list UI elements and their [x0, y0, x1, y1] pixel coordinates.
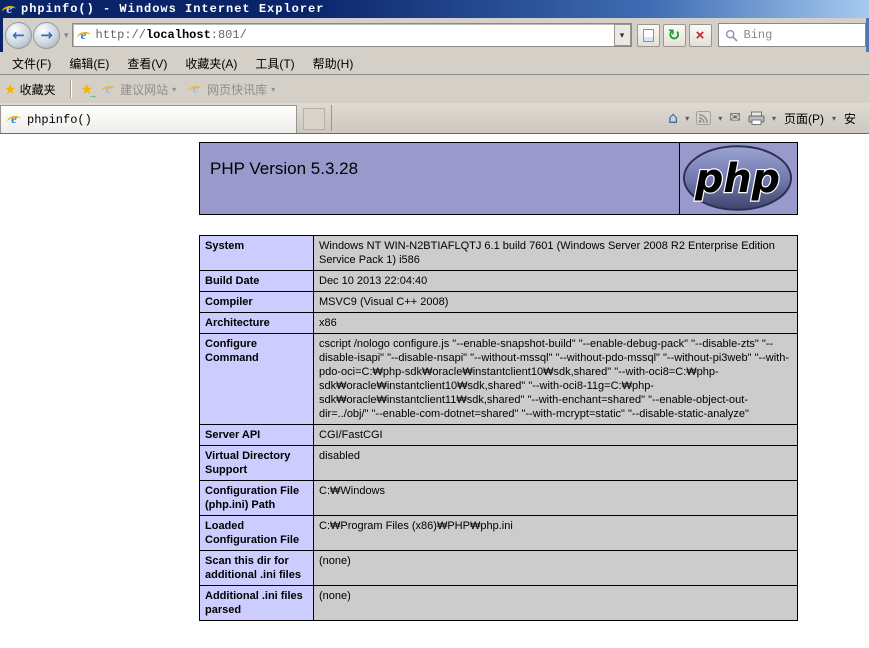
search-placeholder: Bing [744, 28, 773, 42]
add-to-favorites-bar-icon[interactable]: ★ [81, 81, 94, 98]
menu-edit[interactable]: 编辑(E) [63, 53, 121, 74]
address-dropdown-icon[interactable]: ▾ [614, 24, 631, 46]
page-chevron-icon[interactable]: ▾ [832, 114, 836, 123]
menu-help[interactable]: 帮助(H) [307, 53, 366, 74]
suggested-sites-button[interactable]: e 建议网站 ▾ [101, 81, 176, 98]
table-row: Virtual Directory Supportdisabled [200, 446, 798, 481]
command-bar: ⌂ ▾ ▾ ✉ ▾ 页面(P) ▾ 安 [668, 103, 869, 133]
php-logo: php [679, 143, 797, 214]
table-row: Additional .ini files parsed(none) [200, 586, 798, 621]
separator [70, 80, 71, 98]
menu-file[interactable]: 文件(F) [6, 53, 63, 74]
table-row: Build DateDec 10 2013 22:04:40 [200, 271, 798, 292]
favorites-bar: ★ 收藏夹 ★ e 建议网站 ▾ e 网页快讯库 ▾ [0, 75, 869, 103]
home-icon[interactable]: ⌂ [668, 110, 678, 126]
broken-page-icon [643, 29, 654, 42]
safety-menu-button[interactable]: 安 [843, 110, 869, 127]
rss-feed-icon[interactable] [696, 111, 711, 125]
table-row: Scan this dir for additional .ini files(… [200, 551, 798, 586]
web-slice-gallery-button[interactable]: e 网页快讯库 ▾ [188, 81, 275, 98]
favorites-star-icon: ★ [4, 81, 17, 98]
new-tab-button[interactable] [303, 108, 325, 130]
menu-favorites[interactable]: 收藏夹(A) [179, 53, 249, 74]
feeds-chevron-icon: ▾ [718, 114, 722, 123]
chevron-down-icon: ▾ [172, 85, 176, 94]
page-menu-button[interactable]: 页面(P) [783, 110, 825, 127]
table-row: SystemWindows NT WIN-N2BTIAFLQTJ 6.1 bui… [200, 236, 798, 271]
title-bar: e phpinfo() - Windows Internet Explorer [0, 0, 869, 18]
phpinfo-table: SystemWindows NT WIN-N2BTIAFLQTJ 6.1 bui… [199, 235, 798, 621]
back-button[interactable]: ← [5, 22, 32, 49]
menu-tools[interactable]: 工具(T) [249, 53, 306, 74]
php-version-header: PHP Version 5.3.28 php [199, 142, 798, 215]
menu-bar: 文件(F) 编辑(E) 查看(V) 收藏夹(A) 工具(T) 帮助(H) [0, 52, 869, 75]
chevron-down-icon: ▾ [271, 85, 275, 94]
favorites-button[interactable]: 收藏夹 [20, 81, 56, 98]
stop-icon: × [696, 28, 705, 43]
refresh-icon: ↻ [668, 28, 681, 43]
tab-label: phpinfo() [27, 113, 92, 127]
forward-button[interactable]: → [33, 22, 60, 49]
window-title: phpinfo() - Windows Internet Explorer [21, 2, 324, 16]
phpinfo-content: PHP Version 5.3.28 php SystemWindows NT … [199, 142, 798, 621]
mail-icon[interactable]: ✉ [729, 111, 741, 125]
browser-viewport: PHP Version 5.3.28 php SystemWindows NT … [0, 134, 869, 648]
menu-view[interactable]: 查看(V) [121, 53, 179, 74]
address-bar[interactable]: e http://localhost:801/ ▾ [72, 23, 632, 47]
table-row: Configure Commandcscript /nologo configu… [200, 334, 798, 425]
compatibility-view-button[interactable] [637, 24, 660, 47]
table-row: Configuration File (php.ini) PathC:₩Wind… [200, 481, 798, 516]
navigation-bar: ← → ▾ e http://localhost:801/ ▾ ↻ × Bing [0, 18, 869, 52]
home-chevron-icon[interactable]: ▾ [685, 114, 689, 123]
table-row: Server APICGI/FastCGI [200, 425, 798, 446]
search-box[interactable]: Bing [718, 23, 866, 47]
ie-icon: e [101, 82, 116, 97]
refresh-button[interactable]: ↻ [663, 24, 686, 47]
page-icon: e [77, 28, 91, 43]
ie-logo-icon: e [2, 2, 17, 17]
separator [331, 105, 332, 131]
print-chevron-icon[interactable]: ▾ [772, 114, 776, 123]
svg-text:php: php [694, 156, 780, 202]
table-row: Architecturex86 [200, 313, 798, 334]
tab-bar: e phpinfo() ⌂ ▾ ▾ ✉ ▾ 页面(P) ▾ 安 [0, 103, 869, 134]
ie-icon: e [7, 112, 21, 127]
stop-button[interactable]: × [689, 24, 712, 47]
search-icon [725, 29, 738, 42]
url-text[interactable]: http://localhost:801/ [96, 28, 609, 42]
tab-phpinfo[interactable]: e phpinfo() [0, 105, 297, 133]
table-row: Loaded Configuration FileC:₩Program File… [200, 516, 798, 551]
ie-icon: e [188, 82, 203, 97]
print-icon[interactable] [748, 111, 765, 125]
recent-pages-chevron-icon[interactable]: ▾ [64, 30, 69, 41]
table-row: CompilerMSVC9 (Visual C++ 2008) [200, 292, 798, 313]
